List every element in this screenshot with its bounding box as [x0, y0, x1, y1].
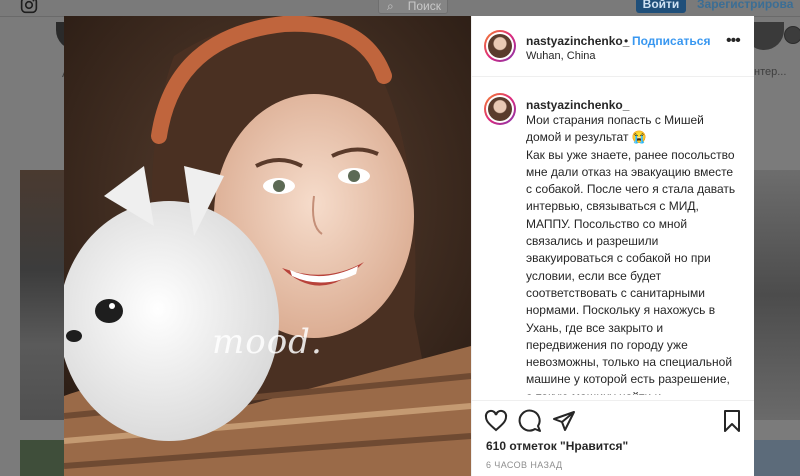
author-avatar[interactable]	[484, 30, 516, 62]
login-button[interactable]: Войти	[636, 0, 686, 13]
signup-link[interactable]: Зарегистрирова	[697, 0, 793, 11]
caption-author-username[interactable]: nastyazinchenko_	[526, 98, 629, 112]
search-box[interactable]: ⌕ Поиск	[378, 0, 448, 14]
search-placeholder: Поиск	[407, 0, 441, 13]
instagram-logo-icon[interactable]	[18, 0, 40, 14]
share-icon[interactable]	[552, 409, 576, 433]
post-timestamp: 6 ЧАСОВ НАЗАД	[486, 460, 563, 470]
post-actions: 610 отметок "Нравится" 6 ЧАСОВ НАЗАД	[472, 400, 754, 476]
background-thumbnail-right[interactable]	[754, 170, 800, 420]
follow-button[interactable]: Подписаться	[632, 34, 710, 48]
photo-watermark: mood.	[212, 322, 323, 362]
background-thumbnail-left[interactable]	[20, 170, 64, 420]
author-username[interactable]: nastyazinchenko_	[526, 34, 629, 48]
post-header: nastyazinchenko_ • Подписаться Wuhan, Ch…	[472, 16, 754, 77]
background-header: ⌕ Поиск Войти Зарегистрирова	[0, 0, 800, 17]
background-circle-icon	[784, 26, 800, 44]
caption-author-avatar[interactable]	[484, 93, 516, 125]
post-modal: mood. nastyazinchenko_ • Подписаться Wuh…	[64, 16, 754, 476]
background-thumbnail-left-2[interactable]	[20, 440, 64, 476]
post-photo[interactable]: mood.	[64, 16, 471, 476]
post-details-panel: nastyazinchenko_ • Подписаться Wuhan, Ch…	[471, 16, 754, 476]
background-right-caption: нтер...	[754, 66, 787, 78]
likes-count[interactable]: 610 отметок "Нравится"	[486, 439, 628, 453]
background-thumbnail-right-2[interactable]	[754, 440, 800, 476]
post-location[interactable]: Wuhan, China	[526, 50, 596, 62]
caption-text: Мои старания попасть с Мишей домой и рез…	[526, 113, 736, 395]
search-icon: ⌕	[387, 0, 394, 13]
photo-illustration	[64, 16, 471, 476]
heart-icon[interactable]	[484, 409, 508, 433]
comment-icon[interactable]	[518, 409, 542, 433]
more-options-icon[interactable]: •••	[726, 32, 741, 50]
bookmark-icon[interactable]	[720, 409, 744, 433]
separator-dot: •	[624, 34, 629, 48]
